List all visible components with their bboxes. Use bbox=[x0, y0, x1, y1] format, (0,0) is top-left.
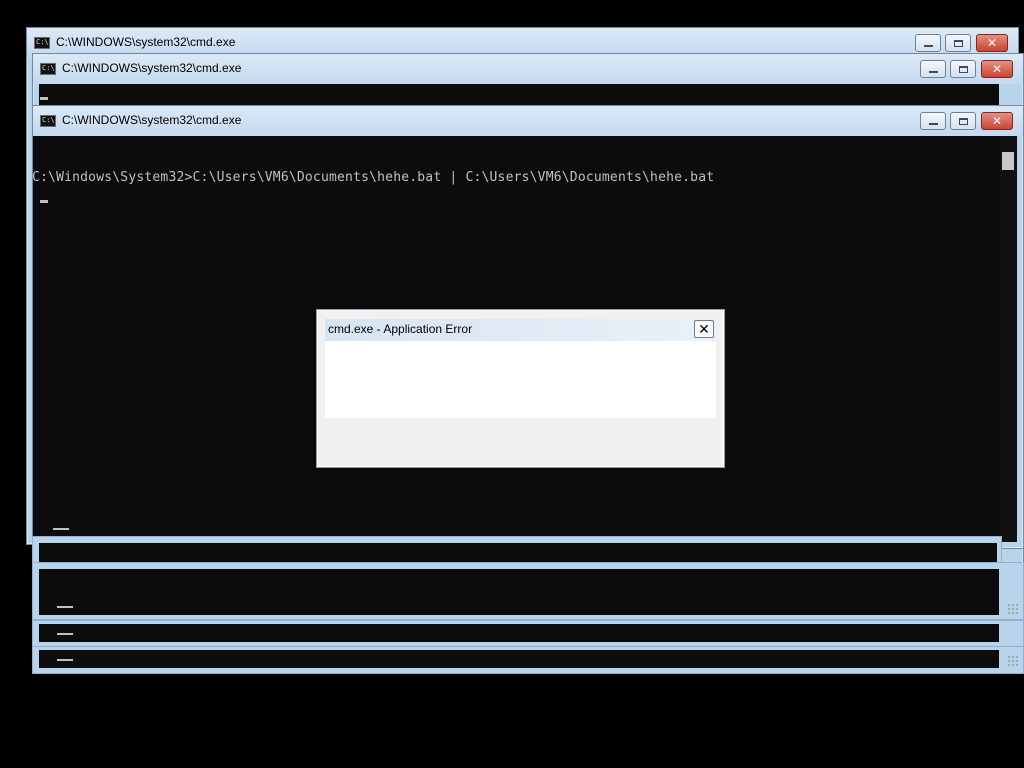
dialog-title: cmd.exe - Application Error bbox=[328, 322, 473, 336]
close-button[interactable]: ✕ bbox=[981, 60, 1013, 78]
console-output bbox=[39, 569, 999, 615]
maximize-button[interactable] bbox=[950, 112, 976, 130]
close-icon: ✕ bbox=[991, 114, 1003, 128]
minimize-icon bbox=[928, 123, 938, 125]
close-icon: ✕ bbox=[698, 321, 710, 337]
console-dash bbox=[57, 606, 73, 608]
close-button[interactable]: ✕ bbox=[976, 34, 1008, 52]
maximize-icon bbox=[958, 117, 968, 125]
console-output bbox=[39, 543, 997, 563]
console-app-icon bbox=[40, 115, 56, 127]
cmd-window-fragment[interactable] bbox=[32, 562, 1024, 620]
maximize-button[interactable] bbox=[945, 34, 971, 52]
cmd-window-fragment[interactable] bbox=[32, 620, 1024, 648]
console-output[interactable] bbox=[39, 84, 999, 106]
minimize-button[interactable] bbox=[920, 112, 946, 130]
maximize-icon bbox=[958, 65, 968, 73]
console-output bbox=[39, 650, 999, 668]
dialog-message-area bbox=[325, 341, 716, 418]
console-app-icon bbox=[34, 37, 50, 49]
window-title: C:\WINDOWS\system32\cmd.exe bbox=[62, 113, 242, 127]
resize-grip-icon[interactable] bbox=[1007, 655, 1019, 667]
maximize-icon bbox=[953, 39, 963, 47]
dialog-title-bar[interactable]: cmd.exe - Application Error ✕ bbox=[325, 319, 716, 341]
dialog-button-area bbox=[325, 418, 716, 462]
text-cursor bbox=[40, 97, 48, 100]
application-error-dialog[interactable]: cmd.exe - Application Error ✕ bbox=[316, 309, 725, 468]
close-icon: ✕ bbox=[991, 62, 1003, 76]
dialog-close-button[interactable]: ✕ bbox=[694, 320, 714, 338]
minimize-icon bbox=[928, 71, 938, 73]
console-app-icon bbox=[40, 63, 56, 75]
minimize-icon bbox=[923, 45, 933, 47]
console-dash bbox=[53, 528, 69, 530]
scrollbar-thumb[interactable] bbox=[1002, 152, 1014, 170]
console-dash bbox=[57, 659, 73, 661]
vertical-scrollbar[interactable] bbox=[999, 136, 1017, 542]
console-line: C:\Windows\System32>C:\Users\VM6\Documen… bbox=[33, 170, 715, 185]
text-cursor bbox=[40, 200, 48, 203]
cmd-window-fragment[interactable] bbox=[32, 646, 1024, 674]
maximize-button[interactable] bbox=[950, 60, 976, 78]
console-dash bbox=[57, 633, 73, 635]
minimize-button[interactable] bbox=[915, 34, 941, 52]
minimize-button[interactable] bbox=[920, 60, 946, 78]
window-title: C:\WINDOWS\system32\cmd.exe bbox=[56, 35, 236, 49]
title-bar[interactable]: C:\WINDOWS\system32\cmd.exe ✕ bbox=[33, 106, 1023, 136]
resize-grip-icon[interactable] bbox=[1007, 603, 1019, 615]
window-title: C:\WINDOWS\system32\cmd.exe bbox=[62, 61, 242, 75]
console-output bbox=[39, 624, 999, 642]
title-bar[interactable]: C:\WINDOWS\system32\cmd.exe ✕ bbox=[33, 54, 1023, 84]
close-icon: ✕ bbox=[986, 36, 998, 50]
close-button[interactable]: ✕ bbox=[981, 112, 1013, 130]
